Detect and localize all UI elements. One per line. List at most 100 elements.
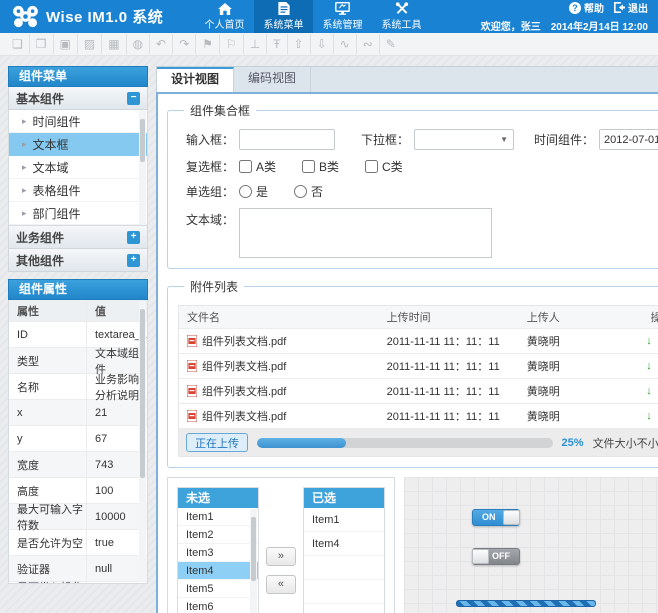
component-item-label: 文本域	[33, 159, 69, 176]
dropdown-select[interactable]: ▼	[414, 129, 514, 150]
text-input[interactable]	[239, 129, 335, 150]
unselected-list-scrollbar[interactable]	[250, 509, 257, 613]
selected-list-header: 已选	[304, 488, 384, 508]
marker-icon[interactable]: ⚐	[219, 34, 243, 54]
component-list-scrollbar[interactable]	[139, 111, 146, 224]
expand-icon[interactable]: +	[127, 231, 140, 244]
checkbox-class-a[interactable]: A类	[239, 158, 276, 175]
curve-chart-icon[interactable]: ∾	[356, 34, 379, 54]
download-arrow-icon[interactable]: ↓	[646, 410, 652, 422]
help-link[interactable]: ? 帮助	[569, 0, 604, 15]
redo-icon[interactable]: ↷	[172, 34, 195, 54]
radio-icon[interactable]	[294, 185, 307, 198]
attachment-filename[interactable]: 组件列表文档.pdf	[202, 333, 286, 349]
open-folder-icon[interactable]: ❒	[29, 34, 53, 54]
toggle-switch-on[interactable]: ON	[472, 509, 520, 526]
attachment-filename[interactable]: 组件列表文档.pdf	[202, 358, 286, 374]
align-icon[interactable]: ⊥	[243, 34, 266, 54]
empty-row	[304, 604, 384, 613]
upload-icon[interactable]: ⇧	[287, 34, 310, 54]
list-item[interactable]: Item1	[304, 508, 384, 532]
save-icon[interactable]: ▣	[53, 34, 77, 54]
component-item-table[interactable]: ▸ 表格组件	[9, 179, 147, 202]
toggle-knob[interactable]	[503, 510, 520, 525]
property-value: null	[87, 563, 147, 575]
properties-scrollbar[interactable]	[139, 301, 146, 582]
toggle-switch-off[interactable]: OFF	[472, 548, 520, 565]
nav-system-menu[interactable]: 系统菜单	[254, 0, 313, 33]
checkbox-icon[interactable]	[365, 160, 378, 173]
flag-icon[interactable]: ⚑	[195, 34, 219, 54]
accordion-business-label: 业务组件	[16, 229, 64, 246]
nav-system-tools[interactable]: 系统工具	[372, 0, 431, 33]
property-key: x	[9, 400, 87, 425]
edit-form-icon[interactable]: ▨	[77, 34, 101, 54]
app-logo: Wise IM1.0 系统	[0, 0, 195, 33]
design-view-panel: 组件集合框 输入框： 下拉框： ▼ 时间组件： 2012-07-01 复选框：	[156, 92, 658, 613]
accordion-business-components[interactable]: 业务组件 +	[8, 226, 148, 249]
radio-no[interactable]: 否	[294, 183, 323, 200]
download-arrow-icon[interactable]: ↓	[646, 360, 652, 372]
properties-header: 组件属性	[8, 279, 148, 300]
accordion-other-components[interactable]: 其他组件 +	[8, 249, 148, 272]
textarea-field[interactable]	[239, 208, 492, 258]
component-properties-panel: 组件属性 属性 值 IDtextarea_1 类型文本域组件 名称业务影响分析说…	[8, 279, 148, 584]
nav-system-admin[interactable]: 系统管理	[313, 0, 372, 33]
col-upload-time: 上传时间	[387, 309, 527, 325]
uploading-button[interactable]: 正在上传	[186, 433, 248, 452]
monitor-icon	[335, 2, 350, 15]
undo-icon[interactable]: ↶	[149, 34, 172, 54]
list-item[interactable]: Item2	[178, 526, 258, 544]
logo-icon	[12, 5, 39, 28]
text-icon[interactable]: Ŧ	[266, 34, 286, 54]
transfer-widget: 未选 Item1 Item2 Item3 Item4 Item5 Item6 I…	[167, 477, 395, 613]
view-tabbar: 设计视图 编码视图	[156, 66, 658, 92]
list-item[interactable]: Item4	[304, 532, 384, 556]
component-item-textarea[interactable]: ▸ 文本域	[9, 156, 147, 179]
component-item-time[interactable]: ▸ 时间组件	[9, 110, 147, 133]
tab-code-view[interactable]: 编码视图	[234, 67, 311, 92]
list-item[interactable]: Item6	[178, 598, 258, 613]
checkbox-icon[interactable]	[302, 160, 315, 173]
publish-icon[interactable]: ◍	[126, 34, 149, 54]
list-item-selected[interactable]: Item4	[178, 562, 258, 580]
col-value: 值	[87, 303, 147, 319]
list-item[interactable]: Item3	[178, 544, 258, 562]
line-chart-icon[interactable]: ∿	[333, 34, 356, 54]
download-arrow-icon[interactable]: ↓	[646, 335, 652, 347]
toggle-knob[interactable]	[472, 549, 489, 564]
radio-icon[interactable]	[239, 185, 252, 198]
pencil-icon[interactable]: ✎	[379, 34, 402, 54]
property-row: 是否允许为空true	[9, 530, 147, 556]
move-right-button[interactable]: »	[266, 547, 296, 566]
checkbox-icon[interactable]	[239, 160, 252, 173]
logout-link[interactable]: 退出	[614, 0, 648, 15]
list-item[interactable]: Item5	[178, 580, 258, 598]
list-item[interactable]: Item1	[178, 508, 258, 526]
checkbox-group-label: 复选框：	[178, 158, 234, 175]
download-arrow-icon[interactable]: ↓	[646, 385, 652, 397]
delete-icon[interactable]: ▦	[101, 34, 125, 54]
accordion-other-label: 其他组件	[16, 252, 64, 269]
main-nav: 个人首页 系统菜单 系统管理 系统工具	[195, 0, 431, 33]
nav-home[interactable]: 个人首页	[195, 0, 254, 33]
move-left-button[interactable]: «	[266, 575, 296, 594]
tab-design-view[interactable]: 设计视图	[157, 67, 234, 92]
collapse-icon[interactable]: −	[127, 92, 140, 105]
accordion-basic-components[interactable]: 基本组件 −	[8, 87, 148, 110]
property-key: ID	[9, 322, 87, 347]
attachment-filename[interactable]: 组件列表文档.pdf	[202, 383, 286, 399]
download-icon[interactable]: ⇩	[310, 34, 333, 54]
component-item-department[interactable]: ▸ 部门组件	[9, 202, 147, 225]
property-value: 10000	[87, 511, 147, 523]
radio-yes[interactable]: 是	[239, 183, 268, 200]
checkbox-class-b[interactable]: B类	[302, 158, 339, 175]
date-picker[interactable]: 2012-07-01	[599, 129, 658, 150]
expand-icon[interactable]: +	[127, 254, 140, 267]
new-file-icon[interactable]: ❏	[6, 34, 29, 54]
attachment-filename[interactable]: 组件列表文档.pdf	[202, 408, 286, 424]
checkbox-class-c[interactable]: C类	[365, 158, 403, 175]
select-label: 下拉框：	[353, 131, 409, 148]
component-item-textbox[interactable]: ▸ 文本框	[9, 133, 147, 156]
nav-home-label: 个人首页	[205, 16, 245, 31]
